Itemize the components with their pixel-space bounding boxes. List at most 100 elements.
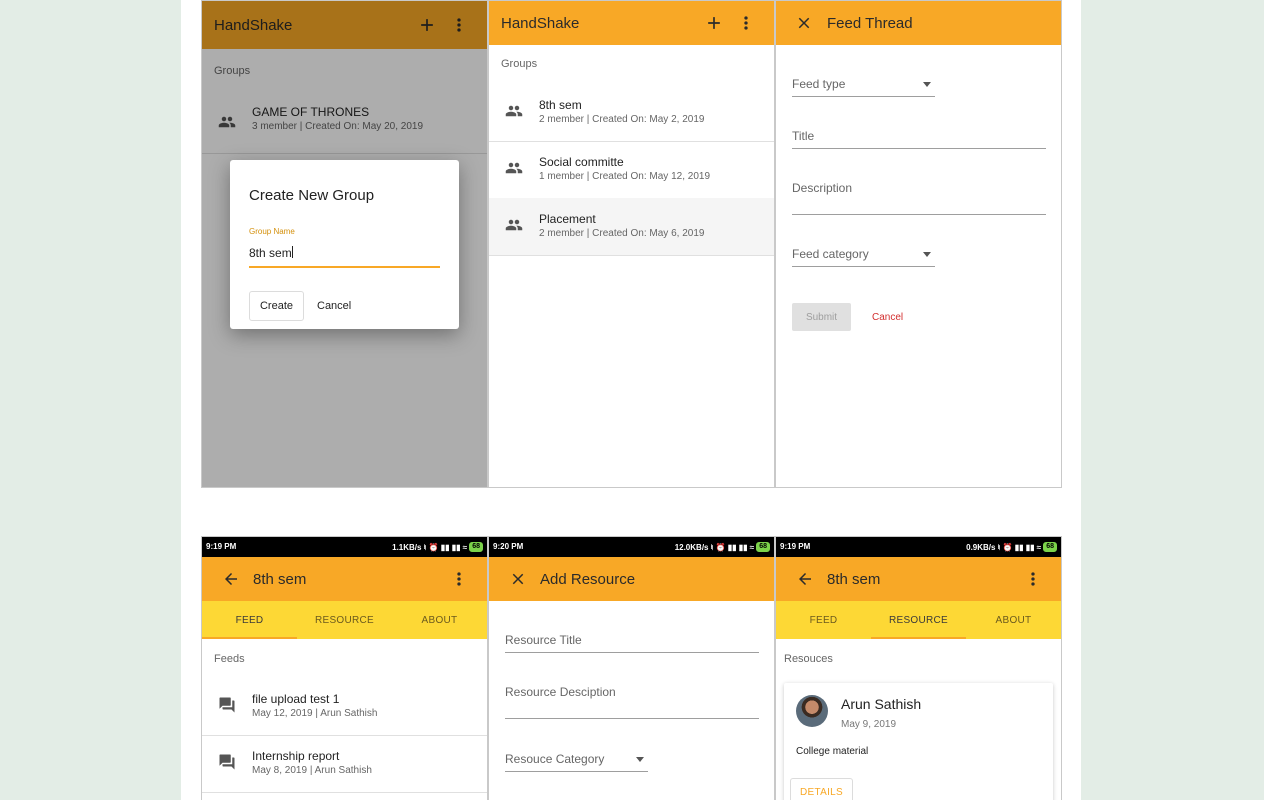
resource-description-placeholder: Resource Desciption	[505, 685, 616, 699]
list-item[interactable]: file upload test 1 May 12, 2019 | Arun S…	[202, 678, 487, 736]
status-indicators: 1.1KB/s ♮ ⏰ ▮▮ ▮▮ ≈ 68	[392, 542, 483, 552]
group-name: 8th sem	[539, 98, 582, 112]
resource-category-select[interactable]: Resouce Category	[505, 752, 648, 772]
network-speed: 1.1KB/s	[392, 542, 422, 552]
back-arrow-icon[interactable]	[793, 567, 817, 591]
page-title: Add Resource	[540, 570, 636, 588]
author-name: Arun Sathish	[841, 696, 922, 712]
list-item[interactable]: Social committe 1 member | Created On: M…	[489, 141, 774, 199]
close-icon[interactable]	[792, 11, 816, 35]
back-arrow-icon[interactable]	[219, 567, 243, 591]
dropdown-arrow-icon	[636, 757, 644, 762]
cancel-button[interactable]: Cancel	[317, 300, 351, 312]
group-meta: 2 member | Created On: May 2, 2019	[539, 114, 705, 125]
page-title: 8th sem	[827, 570, 881, 588]
network-speed: 0.9KB/s	[966, 542, 996, 552]
list-item[interactable]: Internship report May 8, 2019 | Arun Sat…	[202, 735, 487, 793]
resources-label: Resouces	[784, 653, 833, 665]
status-time: 9:19 PM	[206, 542, 237, 551]
feed-title: file upload test 1	[252, 692, 340, 706]
tab-feed[interactable]: FEED	[202, 601, 297, 639]
group-name-label: Group Name	[249, 227, 295, 236]
title-field[interactable]: Title	[792, 129, 1046, 149]
groups-label: Groups	[501, 58, 538, 70]
feed-category-select[interactable]: Feed category	[792, 247, 935, 267]
title-placeholder: Title	[792, 129, 815, 143]
resource-date: May 9, 2019	[841, 719, 897, 730]
status-indicators: 0.9KB/s ♮ ⏰ ▮▮ ▮▮ ≈ 68	[966, 542, 1057, 552]
text-cursor	[291, 246, 293, 258]
more-icon[interactable]	[447, 567, 471, 591]
add-icon[interactable]	[702, 11, 726, 35]
status-time: 9:19 PM	[780, 542, 811, 551]
group-name-input[interactable]: 8th sem	[249, 244, 440, 268]
feed-category-placeholder: Feed category	[792, 247, 869, 261]
description-field[interactable]: Description	[792, 181, 1046, 215]
group-name-value: 8th sem	[249, 246, 292, 260]
resource-category-placeholder: Resouce Category	[505, 752, 605, 766]
app-title: HandShake	[501, 14, 580, 32]
status-icons: ♮ ⏰ ▮▮ ▮▮ ≈	[997, 542, 1042, 552]
tab-about[interactable]: ABOUT	[966, 601, 1061, 639]
resource-title-field[interactable]: Resource Title	[505, 633, 759, 653]
details-button[interactable]: DETAILS	[790, 778, 853, 800]
close-icon[interactable]	[506, 567, 530, 591]
tab-feed[interactable]: FEED	[776, 601, 871, 639]
app-bar: HandShake	[489, 1, 774, 45]
status-icons: ♮ ⏰ ▮▮ ▮▮ ≈	[710, 542, 755, 552]
app-bar: 8th sem	[776, 557, 1061, 601]
panel-group-resources: 9:19 PM 0.9KB/s ♮ ⏰ ▮▮ ▮▮ ≈ 68 8th sem F…	[775, 536, 1062, 800]
status-bar: 9:19 PM 0.9KB/s ♮ ⏰ ▮▮ ▮▮ ≈ 68	[776, 537, 1061, 557]
dropdown-arrow-icon	[923, 252, 931, 257]
panel-add-resource: 9:20 PM 12.0KB/s ♮ ⏰ ▮▮ ▮▮ ≈ 68 Add Reso…	[488, 536, 775, 800]
panel-create-group: HandShake Groups GAME OF THRONES 3 membe…	[201, 0, 488, 488]
page-title: 8th sem	[253, 570, 307, 588]
tab-bar: FEED RESOURCE ABOUT	[202, 601, 487, 639]
resource-body: College material	[796, 746, 869, 757]
resource-title-placeholder: Resource Title	[505, 633, 582, 647]
feed-meta: May 12, 2019 | Arun Sathish	[252, 708, 378, 719]
status-bar: 9:20 PM 12.0KB/s ♮ ⏰ ▮▮ ▮▮ ≈ 68	[489, 537, 774, 557]
page-title: Feed Thread	[827, 14, 913, 32]
status-bar: 9:19 PM 1.1KB/s ♮ ⏰ ▮▮ ▮▮ ≈ 68	[202, 537, 487, 557]
resource-description-field[interactable]: Resource Desciption	[505, 685, 759, 719]
app-bar: Feed Thread	[776, 1, 1061, 45]
tab-bar: FEED RESOURCE ABOUT	[776, 601, 1061, 639]
tab-resource[interactable]: RESOURCE	[297, 601, 392, 639]
description-placeholder: Description	[792, 181, 853, 195]
create-group-dialog: Create New Group Group Name 8th sem Crea…	[230, 160, 459, 329]
panel-groups: HandShake Groups 8th sem 2 member | Crea…	[488, 0, 775, 488]
battery-icon: 68	[756, 542, 770, 552]
feed-type-placeholder: Feed type	[792, 77, 846, 91]
tab-resource[interactable]: RESOURCE	[871, 601, 966, 639]
avatar	[796, 695, 828, 727]
create-button[interactable]: Create	[249, 291, 304, 321]
submit-button[interactable]: Submit	[792, 303, 851, 331]
panel-feed-thread: Feed Thread Feed type Title Description …	[775, 0, 1062, 488]
people-icon	[503, 216, 525, 234]
group-name: Placement	[539, 212, 596, 226]
list-item[interactable]: 8th sem 2 member | Created On: May 2, 20…	[489, 84, 774, 142]
list-item[interactable]: Placement 2 member | Created On: May 6, …	[489, 198, 774, 256]
app-bar: 8th sem	[202, 557, 487, 601]
dialog-title: Create New Group	[249, 187, 375, 204]
feed-meta: May 8, 2019 | Arun Sathish	[252, 765, 372, 776]
more-icon[interactable]	[1021, 567, 1045, 591]
cancel-button[interactable]: Cancel	[872, 312, 903, 323]
forum-icon	[216, 753, 238, 771]
feed-type-select[interactable]: Feed type	[792, 77, 935, 97]
forum-icon	[216, 696, 238, 714]
battery-icon: 68	[469, 542, 483, 552]
network-speed: 12.0KB/s	[674, 542, 709, 552]
tab-about[interactable]: ABOUT	[392, 601, 487, 639]
people-icon	[503, 159, 525, 177]
resource-card: Arun Sathish May 9, 2019 College materia…	[784, 683, 1053, 800]
people-icon	[503, 102, 525, 120]
more-icon[interactable]	[734, 11, 758, 35]
dropdown-arrow-icon	[923, 82, 931, 87]
group-meta: 1 member | Created On: May 12, 2019	[539, 171, 711, 182]
app-bar: Add Resource	[489, 557, 774, 601]
status-time: 9:20 PM	[493, 542, 524, 551]
battery-icon: 68	[1043, 542, 1057, 552]
group-meta: 2 member | Created On: May 6, 2019	[539, 228, 705, 239]
